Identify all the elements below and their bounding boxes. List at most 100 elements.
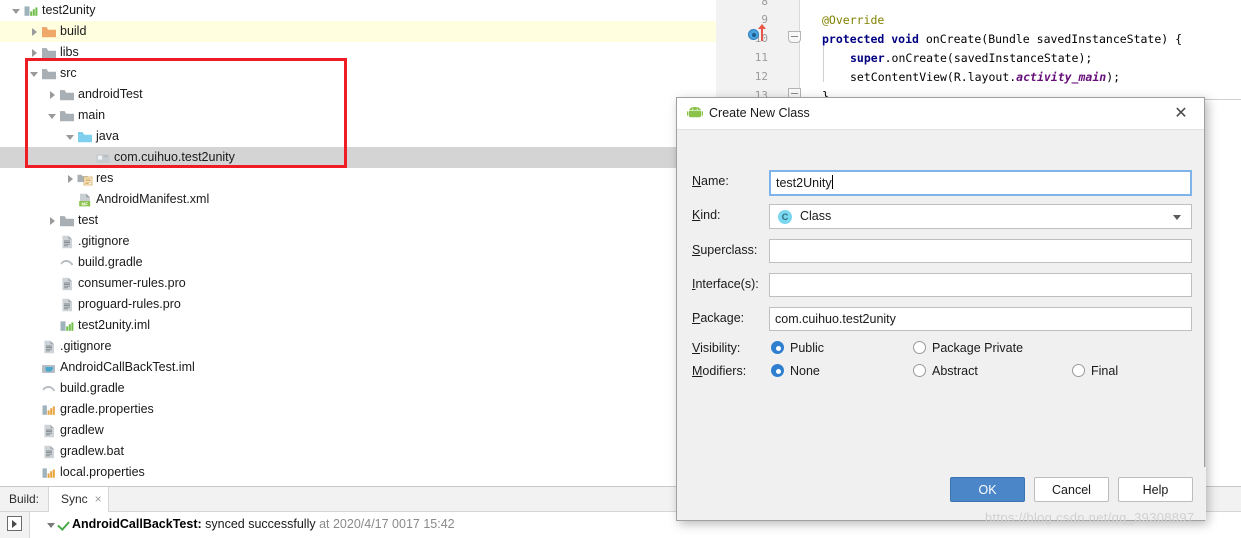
tree-item--gitignore[interactable]: .gitignore: [0, 231, 716, 252]
radio-visibility-package-private[interactable]: Package Private: [913, 341, 1023, 355]
ok-button[interactable]: OK: [950, 477, 1025, 502]
project-tree-panel[interactable]: test2unity build libs src androidTest main jav…: [0, 0, 716, 486]
breakpoint-icon[interactable]: [748, 29, 759, 40]
file-icon: [59, 294, 75, 315]
class-badge-icon: C: [778, 210, 792, 224]
code-editor-panel[interactable]: 8 9 10 11 12 13 @Override protected void…: [716, 0, 1241, 100]
tree-item-label: test: [78, 213, 99, 227]
dialog-footer: OK Cancel Help: [677, 467, 1206, 520]
chevron-down-icon[interactable]: [1173, 215, 1181, 220]
tree-item-build-gradle[interactable]: build.gradle: [0, 252, 716, 273]
chevron-right-icon[interactable]: [30, 42, 41, 63]
tree-item-androidcallbacktest-iml[interactable]: AndroidCallBackTest.iml: [0, 357, 716, 378]
cancel-button[interactable]: Cancel: [1034, 477, 1109, 502]
tree-item-test2unity[interactable]: test2unity: [0, 0, 716, 21]
tree-item-label: main: [78, 108, 106, 122]
visibility-label: Visibility:: [692, 341, 741, 355]
code-fold-icon[interactable]: [788, 31, 801, 43]
dialog-title-bar[interactable]: Create New Class ✕: [677, 98, 1204, 130]
tree-twisty-spacer: [84, 147, 95, 168]
tree-item-androidtest[interactable]: androidTest: [0, 84, 716, 105]
chevron-down-icon[interactable]: [46, 518, 58, 532]
chevron-right-icon[interactable]: [66, 168, 77, 189]
tree-item-local-properties[interactable]: local.properties: [0, 462, 716, 483]
tab-sync[interactable]: Sync ×: [48, 487, 109, 512]
tree-item-gradle-properties[interactable]: gradle.properties: [0, 399, 716, 420]
field-activity-main: activity_main: [1016, 70, 1107, 84]
code-line-oncreate: protected void onCreate(Bundle savedInst…: [822, 32, 1182, 46]
tree-item-res[interactable]: res: [0, 168, 716, 189]
code-line-setcontentview: setContentView(R.layout.activity_main);: [850, 70, 1120, 84]
build-module-name: AndroidCallBackTest:: [72, 517, 202, 531]
tree-item-label: com.cuihuo.test2unity: [114, 150, 235, 164]
keyword-super: super: [850, 51, 885, 65]
chevron-down-icon[interactable]: [30, 63, 41, 84]
build-status-text: synced successfully: [201, 517, 320, 531]
tree-item-label: src: [60, 66, 77, 80]
tree-twisty-spacer: [30, 420, 41, 441]
radio-modifier-abstract[interactable]: Abstract: [913, 364, 978, 378]
tree-item-build-gradle[interactable]: build.gradle: [0, 378, 716, 399]
tree-item-gradlew-bat[interactable]: gradlew.bat: [0, 441, 716, 462]
build-side-toolbar[interactable]: [0, 512, 30, 538]
tree-item-main[interactable]: main: [0, 105, 716, 126]
override-arrow-icon[interactable]: [758, 24, 766, 41]
name-input[interactable]: test2Unity: [769, 170, 1192, 196]
tree-twisty-spacer: [48, 273, 59, 294]
tree-item-label: gradlew: [60, 423, 104, 437]
radio-modifier-final[interactable]: Final: [1072, 364, 1118, 378]
tree-twisty-spacer: [30, 399, 41, 420]
chevron-down-icon[interactable]: [66, 126, 77, 147]
tree-item-proguard-rules-pro[interactable]: proguard-rules.pro: [0, 294, 716, 315]
kind-dropdown[interactable]: C Class: [769, 204, 1192, 229]
chevron-right-icon[interactable]: [30, 21, 41, 42]
chevron-down-icon[interactable]: [48, 105, 59, 126]
folder-grey-icon: [59, 105, 75, 126]
chevron-right-icon[interactable]: [48, 210, 59, 231]
radio-label: None: [790, 364, 820, 378]
indent-guide: [823, 46, 824, 82]
code-text: .onCreate(savedInstanceState);: [884, 51, 1093, 65]
close-icon[interactable]: ✕: [1166, 98, 1196, 130]
interfaces-input[interactable]: [769, 273, 1192, 297]
close-icon[interactable]: ×: [95, 487, 102, 512]
tree-item-androidmanifest-xml[interactable]: MF AndroidManifest.xml: [0, 189, 716, 210]
tree-item-consumer-rules-pro[interactable]: consumer-rules.pro: [0, 273, 716, 294]
tree-item-com-cuihuo-test2unity[interactable]: com.cuihuo.test2unity: [0, 147, 716, 168]
create-new-class-dialog[interactable]: Create New Class ✕ Name: test2Unity Kind…: [676, 97, 1206, 521]
module-icon: [23, 0, 39, 21]
properties-icon: [41, 462, 57, 483]
tree-item-test2unity-iml[interactable]: test2unity.iml: [0, 315, 716, 336]
superclass-input[interactable]: [769, 239, 1192, 263]
tree-item-gradlew[interactable]: gradlew: [0, 420, 716, 441]
android-icon: [687, 107, 703, 122]
chevron-right-icon[interactable]: [48, 84, 59, 105]
expand-console-icon[interactable]: [7, 516, 22, 531]
tree-item-label: libs: [60, 45, 79, 59]
tree-item-java[interactable]: java: [0, 126, 716, 147]
tree-item-build[interactable]: build: [0, 21, 716, 42]
line-number: 8: [761, 0, 768, 8]
tree-item-test[interactable]: test: [0, 210, 716, 231]
tree-item-src[interactable]: src: [0, 63, 716, 84]
build-timestamp: at 2020/4/17 0017 15:42: [319, 517, 455, 531]
code-text: );: [1106, 70, 1121, 84]
tree-item--gitignore[interactable]: .gitignore: [0, 336, 716, 357]
package-input[interactable]: com.cuihuo.test2unity: [769, 307, 1192, 331]
folder-res-icon: [77, 168, 93, 189]
radio-dot-icon: [771, 341, 784, 354]
build-log-row-1[interactable]: AndroidCallBackTest: synced successfully…: [46, 517, 455, 532]
help-button[interactable]: Help: [1118, 477, 1193, 502]
package-icon: [95, 147, 111, 168]
chevron-down-icon[interactable]: [12, 0, 23, 21]
package-input-value: com.cuihuo.test2unity: [775, 312, 896, 326]
radio-modifier-none[interactable]: None: [771, 364, 820, 378]
radio-visibility-public[interactable]: Public: [771, 341, 824, 355]
gradle-icon: [59, 252, 75, 273]
tree-item-libs[interactable]: libs: [0, 42, 716, 63]
